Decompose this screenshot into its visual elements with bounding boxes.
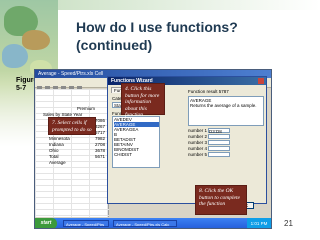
- value-cell: 5671: [94, 154, 105, 159]
- slide-title-line2: (continued): [76, 37, 153, 53]
- callout-note-4: 4. Click this button for more informatio…: [121, 83, 165, 118]
- spreadsheet[interactable]: Premium Sales by State Year Michigan7086…: [35, 89, 109, 217]
- argument-row: number 4: [188, 146, 264, 151]
- taskbar: start Average - Speed/Ptrs Average - Spe…: [35, 218, 271, 228]
- wizard-right-panel: Function result 5787 AVERAGE Returns the…: [188, 89, 264, 158]
- function-description-text: Returns the average of a sample.: [190, 103, 257, 108]
- state-cell: Average: [49, 160, 66, 165]
- column-header: Premium: [77, 106, 96, 111]
- callout-note-7: 7. Select cells if prompted to do so: [48, 117, 96, 135]
- argument-label: number 5: [188, 152, 208, 157]
- map-shape: [2, 44, 28, 68]
- argument-label: number 1: [188, 128, 208, 133]
- argument-input[interactable]: [208, 152, 230, 157]
- argument-label: number 3: [188, 140, 208, 145]
- argument-row: number 5: [188, 152, 264, 157]
- taskbar-item[interactable]: Average - Speed/Ptrs: [63, 220, 109, 227]
- list-item[interactable]: CHIDIST: [114, 152, 159, 157]
- argument-input[interactable]: D3:D8: [208, 128, 230, 134]
- function-result-label: Function result: [188, 89, 218, 94]
- argument-row: number 2: [188, 134, 264, 139]
- taskbar-item[interactable]: Average - Speed/Ptrs.xls Calc: [113, 220, 177, 227]
- argument-label: number 2: [188, 134, 208, 139]
- system-clock: 1:01 PM: [247, 218, 271, 228]
- map-shape: [22, 30, 50, 50]
- slide-title: How do I use functions? (continued): [76, 18, 312, 54]
- argument-row: number 3: [188, 140, 264, 145]
- argument-row: number 1 D3:D8: [188, 128, 264, 134]
- start-button[interactable]: start: [35, 218, 57, 228]
- function-description: AVERAGE Returns the average of a sample.: [188, 96, 264, 126]
- slide-title-line1: How do I use functions?: [76, 19, 238, 35]
- argument-input[interactable]: [208, 134, 230, 139]
- close-icon[interactable]: [258, 78, 264, 84]
- function-list[interactable]: AVEDEV AVERAGE AVERAGEA B BETADIST BETAI…: [112, 116, 160, 168]
- function-result-value: 5787: [218, 89, 229, 94]
- argument-label: number 4: [188, 146, 208, 151]
- function-result-row: Function result 5787: [188, 89, 264, 94]
- table-row[interactable]: Average: [49, 160, 109, 166]
- page-number: 21: [284, 219, 293, 228]
- decorative-top-bar: [58, 0, 320, 10]
- callout-note-8: 8. Click the OK button to complete the f…: [195, 185, 247, 215]
- argument-input[interactable]: [208, 140, 230, 145]
- argument-input[interactable]: [208, 146, 230, 151]
